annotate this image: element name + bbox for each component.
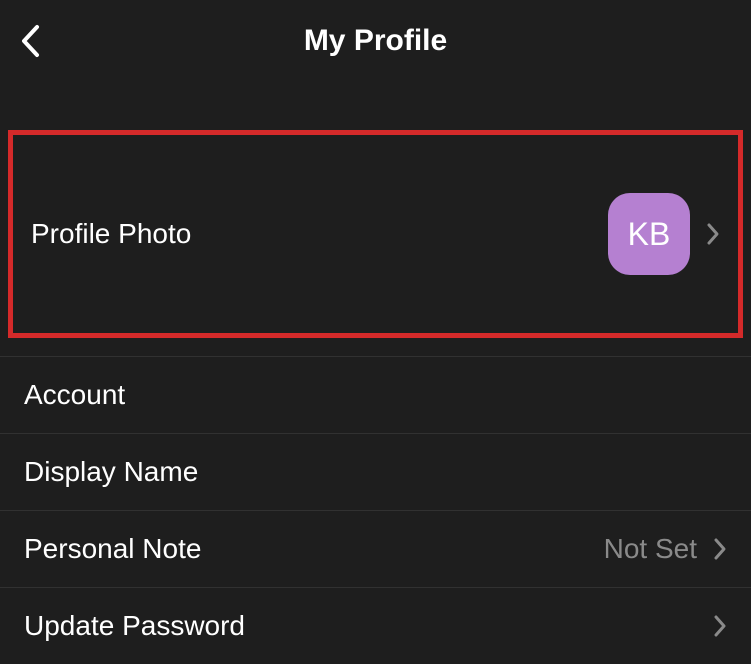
header: My Profile (0, 0, 751, 82)
display-name-label: Display Name (24, 456, 198, 488)
personal-note-label: Personal Note (24, 533, 201, 565)
update-password-row[interactable]: Update Password (0, 587, 751, 664)
profile-photo-right: KB (608, 193, 720, 275)
chevron-right-icon (713, 537, 727, 561)
chevron-right-icon (706, 222, 720, 246)
account-row[interactable]: Account (0, 356, 751, 433)
personal-note-row[interactable]: Personal Note Not Set (0, 510, 751, 587)
display-name-row[interactable]: Display Name (0, 433, 751, 510)
update-password-label: Update Password (24, 610, 245, 642)
profile-photo-label: Profile Photo (31, 218, 191, 250)
personal-note-value: Not Set (604, 533, 697, 565)
chevron-right-icon (713, 614, 727, 638)
page-title: My Profile (304, 24, 447, 58)
account-label: Account (24, 379, 125, 411)
avatar: KB (608, 193, 690, 275)
update-password-right (713, 614, 727, 638)
back-icon[interactable] (20, 24, 40, 58)
menu-section: Profile Photo KB Account Display Name Pe… (0, 82, 751, 664)
profile-photo-row[interactable]: Profile Photo KB (8, 130, 743, 338)
personal-note-right: Not Set (604, 533, 727, 565)
